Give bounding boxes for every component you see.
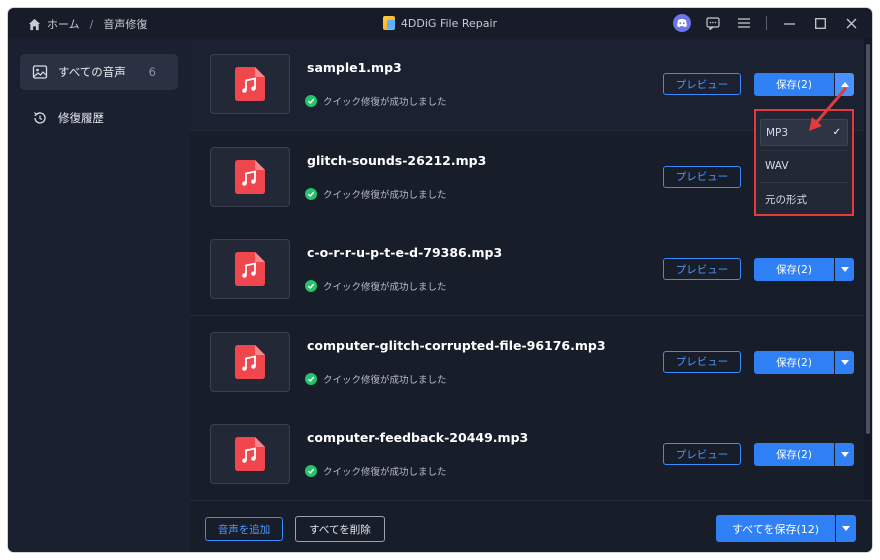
file-name: glitch-sounds-26212.mp3 [307, 152, 487, 168]
image-icon [32, 65, 48, 79]
file-row: computer-feedback-20449.mp3 クイック修復が成功しまし… [190, 408, 864, 500]
save-button[interactable]: 保存(2) [754, 443, 834, 466]
save-button[interactable]: 保存(2) [754, 258, 834, 281]
dropdown-divider [760, 182, 848, 183]
preview-button[interactable]: プレビュー [663, 350, 741, 373]
save-format-dropdown-button[interactable] [835, 73, 854, 96]
sidebar-item-label: すべての音声 [58, 65, 126, 79]
checkmark-icon: ✓ [832, 127, 841, 138]
sidebar: すべての音声 6 修復履歴 [8, 38, 191, 552]
maximize-icon[interactable] [811, 14, 829, 32]
repair-status-text: クイック修復が成功しました [323, 467, 447, 478]
save-format-dropdown-button[interactable] [835, 350, 854, 374]
save-format-dropdown-button[interactable] [835, 258, 854, 281]
repair-status-text: クイック修復が成功しました [323, 97, 447, 108]
music-file-icon [235, 159, 265, 194]
file-thumbnail [210, 54, 290, 114]
app-title-text: 4DDiG File Repair [400, 16, 498, 30]
preview-button[interactable]: プレビュー [663, 443, 741, 465]
format-dropdown: MP3 ✓ WAV 元の形式 [754, 109, 854, 216]
repair-status-text: クイック修復が成功しました [323, 189, 447, 201]
repair-status-text: クイック修復が成功しました [323, 374, 447, 386]
chevron-down-icon [840, 359, 849, 365]
save-format-dropdown-button[interactable] [835, 443, 854, 466]
file-row: computer-glitch-corrupted-file-96176.mp3… [190, 315, 864, 409]
success-check-icon [305, 280, 317, 292]
dropdown-divider [760, 150, 848, 151]
title-bar: ホーム / 音声修復 4DDiG File Repair [8, 8, 872, 38]
app-logo-icon [382, 16, 395, 30]
preview-button[interactable]: プレビュー [663, 165, 741, 188]
sidebar-item-history[interactable]: 修復履歴 [20, 100, 178, 136]
bottom-bar: 音声を追加 すべてを削除 すべてを保存(12) [190, 500, 872, 552]
format-option-label: 元の形式 [765, 194, 807, 206]
music-file-icon [235, 437, 265, 471]
preview-button[interactable]: プレビュー [663, 258, 741, 280]
menu-icon[interactable] [735, 14, 753, 32]
repair-status: クイック修復が成功しました [305, 464, 447, 478]
window-controls [673, 14, 860, 32]
format-option-label: MP3 [766, 126, 789, 139]
repair-status: クイック修復が成功しました [305, 94, 447, 108]
format-option-wav[interactable]: WAV [760, 152, 848, 179]
titlebar-divider [766, 16, 767, 30]
chevron-down-icon [840, 452, 849, 457]
success-check-icon [305, 465, 317, 477]
repair-status-text: クイック修復が成功しました [323, 282, 447, 293]
chevron-down-icon [842, 526, 850, 531]
app-window: ホーム / 音声修復 4DDiG File Repair すべての音声 6 修復… [8, 8, 872, 552]
save-all-dropdown-button[interactable] [836, 515, 856, 542]
format-option-label: WAV [765, 159, 789, 172]
music-file-icon [235, 252, 265, 286]
file-row: c-o-r-r-u-p-t-e-d-79386.mp3 クイック修復が成功しまし… [190, 223, 864, 316]
format-option-original[interactable]: 元の形式 [760, 186, 848, 213]
success-check-icon [305, 95, 317, 107]
save-button[interactable]: 保存(2) [754, 73, 834, 96]
repair-status: クイック修復が成功しました [305, 279, 447, 293]
file-thumbnail [210, 146, 290, 207]
history-icon [34, 112, 46, 124]
success-check-icon [305, 187, 317, 200]
file-name: computer-glitch-corrupted-file-96176.mp3 [307, 337, 606, 353]
sidebar-item-count: 6 [148, 65, 156, 79]
music-file-icon [235, 67, 265, 101]
file-list: sample1.mp3 クイック修復が成功しました プレビュー 保存(2) gl… [190, 38, 864, 500]
close-icon[interactable] [842, 14, 860, 32]
delete-all-button[interactable]: すべてを削除 [295, 516, 385, 542]
repair-status: クイック修復が成功しました [305, 187, 447, 201]
chevron-up-icon [840, 82, 849, 87]
minimize-icon[interactable] [780, 14, 798, 32]
save-all-button[interactable]: すべてを保存(12) [716, 515, 835, 542]
file-name: computer-feedback-20449.mp3 [307, 430, 529, 445]
add-audio-button[interactable]: 音声を追加 [205, 517, 283, 541]
file-thumbnail [210, 331, 290, 392]
preview-button[interactable]: プレビュー [663, 73, 741, 95]
music-file-icon [235, 344, 265, 379]
file-name: c-o-r-r-u-p-t-e-d-79386.mp3 [307, 245, 503, 260]
repair-status: クイック修復が成功しました [305, 372, 447, 386]
file-name: sample1.mp3 [307, 60, 402, 75]
discord-icon[interactable] [673, 14, 691, 32]
file-thumbnail [210, 424, 290, 484]
file-thumbnail [210, 239, 290, 299]
sidebar-item-all-audio[interactable]: すべての音声 6 [20, 54, 178, 90]
chevron-down-icon [840, 267, 849, 272]
format-option-mp3[interactable]: MP3 ✓ [760, 119, 848, 146]
sidebar-item-label: 修復履歴 [58, 111, 104, 125]
feedback-icon[interactable] [704, 14, 722, 32]
success-check-icon [305, 372, 317, 385]
scrollbar[interactable] [866, 44, 870, 434]
save-button[interactable]: 保存(2) [754, 350, 834, 374]
